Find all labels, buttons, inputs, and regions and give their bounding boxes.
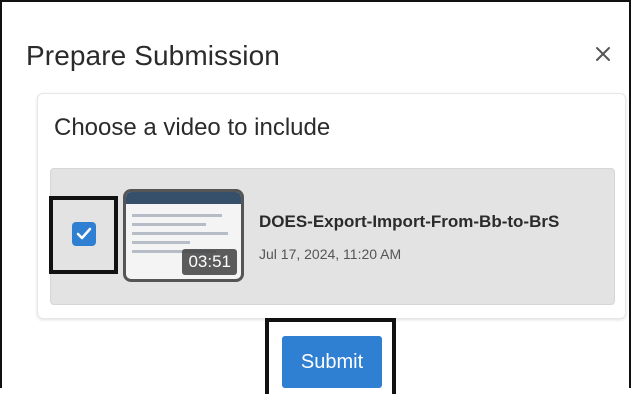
submit-button[interactable]: Submit	[282, 336, 382, 388]
video-selection-heading: Choose a video to include	[54, 114, 331, 141]
video-thumbnail[interactable]: 03:51	[123, 189, 244, 282]
thumbnail-text-line	[132, 214, 222, 217]
thumbnail-header-bar	[126, 192, 241, 204]
submission-dialog: Prepare Submission Choose a video to inc…	[0, 0, 631, 394]
close-icon[interactable]	[593, 44, 613, 64]
video-date: Jul 17, 2024, 11:20 AM	[259, 246, 402, 262]
thumbnail-text-line	[132, 223, 206, 226]
check-icon	[76, 227, 92, 240]
thumbnail-text-line	[132, 232, 228, 235]
video-duration-badge: 03:51	[182, 249, 237, 275]
dialog-title: Prepare Submission	[26, 40, 280, 71]
thumbnail-text-line	[132, 241, 190, 244]
video-title: DOES-Export-Import-From-Bb-to-BrS	[259, 212, 560, 231]
video-select-checkbox[interactable]	[72, 222, 96, 246]
